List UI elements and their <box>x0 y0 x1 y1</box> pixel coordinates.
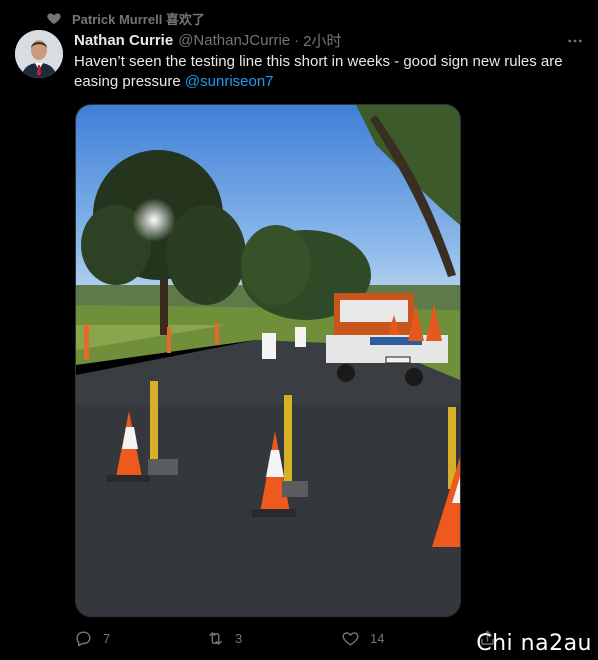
display-name[interactable]: Nathan Currie <box>74 32 173 49</box>
watermark: Chi na2au <box>476 631 592 656</box>
reply-icon <box>76 630 91 646</box>
like-count: 14 <box>370 630 385 646</box>
social-context: Patrick Murrell 喜欢了 <box>46 8 205 28</box>
tweet-photo[interactable] <box>75 104 461 617</box>
timestamp[interactable]: 2小时 <box>303 30 341 51</box>
retweet-icon <box>209 631 222 645</box>
retweet-button[interactable]: 3 <box>206 629 242 648</box>
tweet-body: Haven’t seen the testing line this short… <box>74 53 563 90</box>
reply-button[interactable]: 7 <box>74 629 110 648</box>
photo-scene <box>76 105 460 616</box>
social-context-text[interactable]: Patrick Murrell 喜欢了 <box>72 9 205 28</box>
user-handle[interactable]: @NathanJCurrie <box>178 32 290 49</box>
reply-count: 7 <box>103 630 111 646</box>
like-button[interactable]: 14 <box>341 629 384 648</box>
more-icon[interactable] <box>566 32 584 50</box>
heart-icon <box>47 13 61 24</box>
avatar[interactable] <box>15 30 63 78</box>
separator: · <box>294 31 300 49</box>
mention-link[interactable]: @sunriseon7 <box>185 73 274 90</box>
retweet-count: 3 <box>235 630 243 646</box>
tweet-header: Nathan Currie @NathanJCurrie · 2小时 <box>74 30 584 50</box>
like-icon <box>342 631 359 646</box>
tweet-text: Haven’t seen the testing line this short… <box>74 52 584 92</box>
